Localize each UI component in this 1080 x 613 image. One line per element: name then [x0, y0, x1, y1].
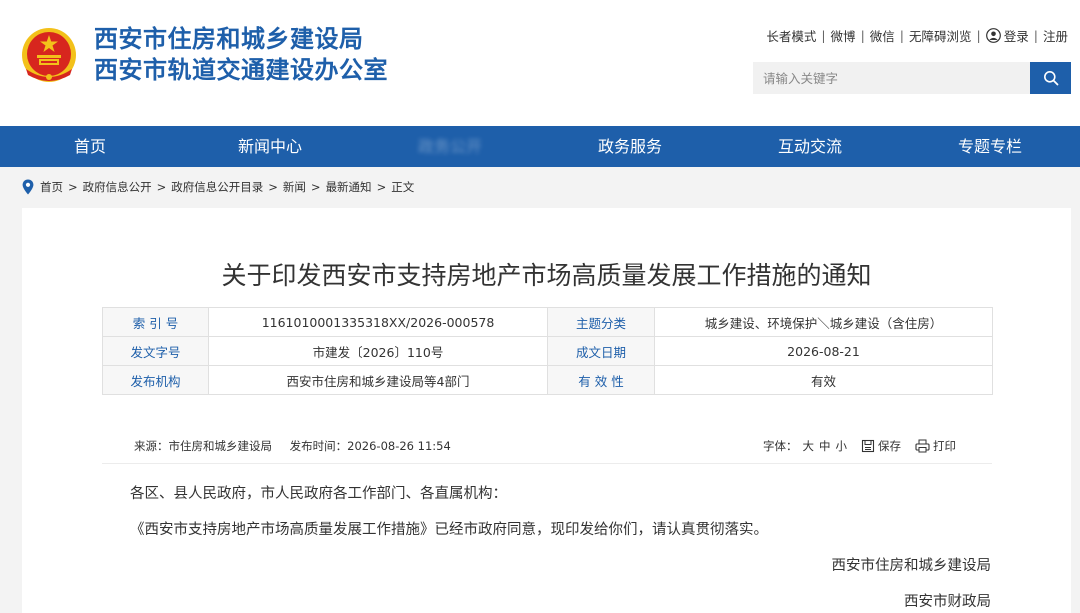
- separator: |: [1033, 27, 1038, 43]
- signature-housing-bureau: 西安市住房和城乡建设局: [831, 558, 992, 574]
- print-label: 打印: [933, 439, 956, 453]
- meta-value-category: 城乡建设、环境保护＼城乡建设（含住房）: [654, 307, 993, 337]
- separator: |: [899, 27, 905, 43]
- meta-key-publisher: 发布机构: [102, 365, 209, 395]
- search-box: [753, 62, 1071, 94]
- site-header: 西安市住房和城乡建设局 西安市轨道交通建设办公室 长者模式 | 微博 | 微信 …: [0, 0, 1080, 126]
- separator: |: [976, 27, 981, 43]
- breadcrumb-separator: >: [156, 180, 167, 194]
- meta-key-index: 索 引 号: [102, 307, 209, 337]
- table-row: 发文字号 市建发〔2026〕110号 成文日期 2026-08-21: [102, 336, 993, 366]
- divider: [102, 463, 992, 464]
- breadcrumb-news[interactable]: 新闻: [283, 179, 306, 195]
- meta-key-validity: 有 效 性: [547, 365, 655, 395]
- login-link[interactable]: 登录: [1004, 26, 1029, 45]
- nav-interaction[interactable]: 互动交流: [720, 126, 900, 167]
- meta-value-validity: 有效: [654, 365, 993, 395]
- top-links: 长者模式 | 微博 | 微信 | 无障碍浏览 | 登录 | 注册: [766, 25, 1068, 45]
- user-icon: [985, 27, 1001, 43]
- save-icon: [861, 439, 875, 453]
- meta-value-doc-number: 市建发〔2026〕110号: [208, 336, 548, 366]
- font-size-label: 字体：: [763, 439, 798, 453]
- top-link-accessibility[interactable]: 无障碍浏览: [909, 26, 972, 45]
- article-source-info: 来源：市住房和城乡建设局 发布时间：2026-08-26 11:54: [134, 438, 465, 454]
- table-row: 发布机构 西安市住房和城乡建设局等4部门 有 效 性 有效: [102, 365, 993, 395]
- search-icon: [1043, 71, 1058, 86]
- article-info-bar: 来源：市住房和城乡建设局 发布时间：2026-08-26 11:54 字体： 大…: [134, 438, 956, 454]
- breadcrumb-separator: >: [268, 180, 278, 194]
- breadcrumb-current: 正文: [391, 180, 415, 194]
- breadcrumb-gov-info[interactable]: 政府信息公开: [83, 179, 152, 195]
- article-tools: 字体： 大 中 小 保存 打印: [763, 438, 956, 454]
- font-size-medium[interactable]: 中: [819, 438, 831, 454]
- org-name-line1: 西安市住房和城乡建设局: [94, 25, 364, 53]
- org-name: 西安市住房和城乡建设局 西安市轨道交通建设办公室: [94, 24, 388, 86]
- main-nav: 首页 新闻中心 政务公开 政务服务 互动交流 专题专栏: [0, 126, 1080, 167]
- font-size-large[interactable]: 大: [803, 438, 815, 454]
- separator: |: [821, 27, 826, 43]
- org-name-line2: 西安市轨道交通建设办公室: [94, 56, 388, 84]
- signature-finance-bureau: 西安市财政局: [904, 594, 991, 610]
- document-meta-table: 索 引 号 1161010001335318XX/2026-000578 主题分…: [102, 307, 993, 395]
- article-title: 关于印发西安市支持房地产市场高质量发展工作措施的通知: [221, 261, 872, 290]
- article-source: 来源：市住房和城乡建设局: [134, 439, 272, 453]
- national-emblem-icon: [22, 28, 76, 82]
- nav-gov-info[interactable]: 政务公开: [360, 126, 540, 167]
- meta-key-written-date: 成文日期: [547, 336, 655, 366]
- article-card: 关于印发西安市支持房地产市场高质量发展工作措施的通知 索 引 号 1161010…: [22, 208, 1071, 613]
- meta-value-publisher: 西安市住房和城乡建设局等4部门: [208, 365, 548, 395]
- print-icon: [915, 439, 930, 453]
- separator: |: [860, 27, 865, 43]
- meta-key-doc-number: 发文字号: [102, 336, 209, 366]
- search-input[interactable]: [753, 62, 1030, 94]
- search-button[interactable]: [1030, 62, 1071, 94]
- article-paragraph: 《西安市支持房地产市场高质量发展工作措施》已经市政府同意，现印发给你们，请认真贯…: [130, 522, 768, 538]
- top-link-wechat[interactable]: 微信: [870, 26, 895, 45]
- save-button[interactable]: 保存: [861, 438, 901, 454]
- page: 西安市住房和城乡建设局 西安市轨道交通建设办公室 长者模式 | 微博 | 微信 …: [0, 0, 1080, 613]
- breadcrumb-separator: >: [376, 180, 387, 194]
- table-row: 索 引 号 1161010001335318XX/2026-000578 主题分…: [102, 307, 993, 337]
- location-pin-icon: [22, 179, 34, 195]
- print-button[interactable]: 打印: [915, 438, 956, 454]
- top-link-weibo[interactable]: 微博: [831, 26, 856, 45]
- article-publish-time: 发布时间：2026-08-26 11:54: [289, 439, 451, 453]
- breadcrumb-latest-notice[interactable]: 最新通知: [326, 179, 372, 195]
- register-link[interactable]: 注册: [1043, 26, 1068, 45]
- meta-value-index: 1161010001335318XX/2026-000578: [208, 307, 548, 337]
- save-label: 保存: [878, 439, 901, 453]
- top-link-elder-mode[interactable]: 长者模式: [766, 26, 816, 45]
- font-size-small[interactable]: 小: [836, 438, 848, 454]
- nav-gov-service[interactable]: 政务服务: [540, 126, 720, 167]
- meta-key-category: 主题分类: [547, 307, 655, 337]
- breadcrumb-separator: >: [68, 180, 78, 194]
- breadcrumb-gov-info-catalog[interactable]: 政府信息公开目录: [171, 179, 263, 195]
- meta-value-written-date: 2026-08-21: [654, 336, 993, 366]
- breadcrumb-separator: >: [310, 180, 321, 194]
- nav-home[interactable]: 首页: [0, 126, 180, 167]
- nav-special[interactable]: 专题专栏: [900, 126, 1080, 167]
- breadcrumb-home[interactable]: 首页: [40, 179, 63, 195]
- article-salutation: 各区、县人民政府，市人民政府各工作部门、各直属机构：: [130, 486, 507, 502]
- breadcrumb: 首页 > 政府信息公开 > 政府信息公开目录 > 新闻 > 最新通知 > 正文: [22, 177, 414, 197]
- nav-news[interactable]: 新闻中心: [180, 126, 360, 167]
